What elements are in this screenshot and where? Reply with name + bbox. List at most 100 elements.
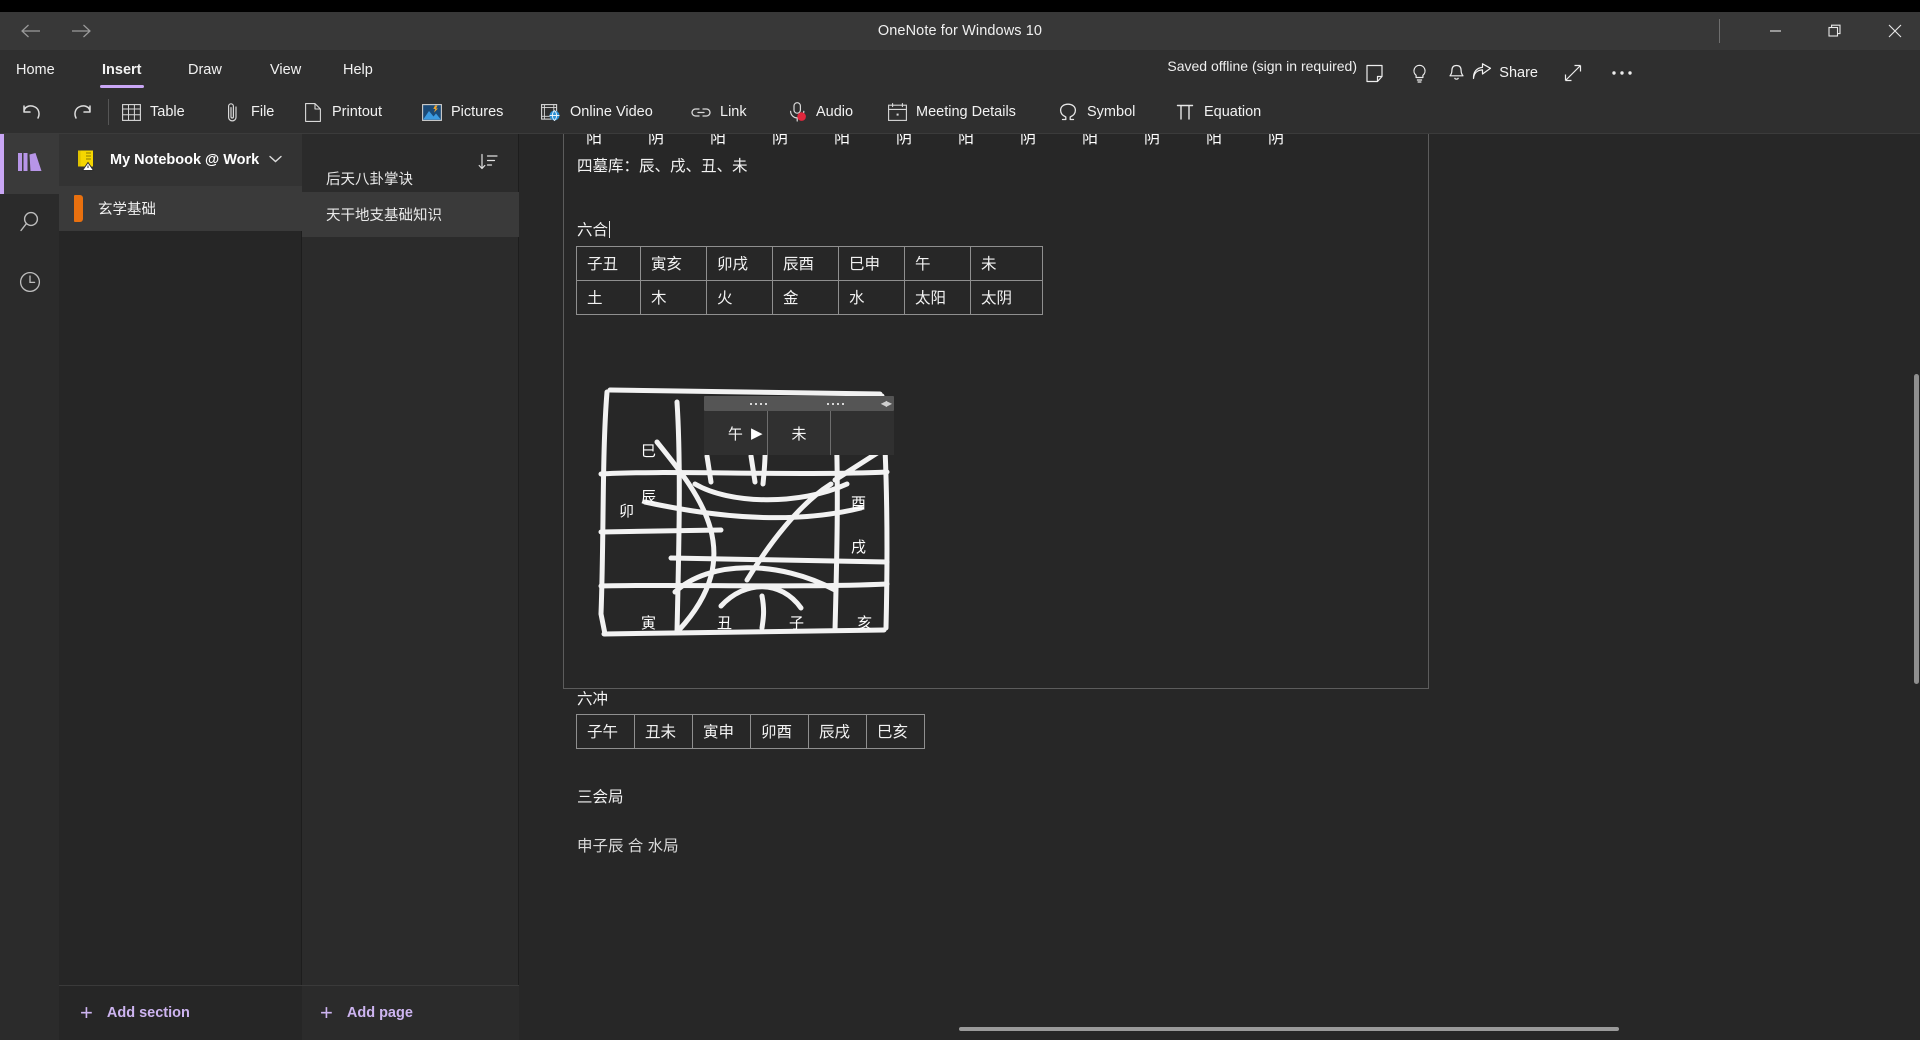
insert-equation-button[interactable]: Equation <box>1174 90 1261 134</box>
label-yin: 寅 <box>641 615 656 632</box>
add-page-button[interactable]: + Add page <box>302 985 519 1040</box>
close-button[interactable] <box>1872 12 1918 50</box>
tab-draw[interactable]: Draw <box>186 50 224 90</box>
insert-pictures-button[interactable]: Pictures <box>421 90 503 134</box>
add-section-button[interactable]: + Add section <box>59 985 302 1040</box>
rail-item-recent[interactable] <box>0 254 59 314</box>
table-cell[interactable]: 阳 <box>950 134 1010 152</box>
column-grip-handle-2[interactable] <box>827 402 844 405</box>
tab-home[interactable]: Home <box>14 50 57 90</box>
note-canvas[interactable]: 阳 阴 阳 阴 阳 阴 阳 阴 阳 阴 阳 阴 四墓库：辰、戌、丑、未 六合 子… <box>519 134 1920 1040</box>
tab-help[interactable]: Help <box>341 50 375 90</box>
tab-insert[interactable]: Insert <box>100 50 144 90</box>
table-cell[interactable]: 阳 <box>826 134 886 152</box>
table-cell[interactable]: 阴 <box>1012 134 1072 152</box>
selected-cell-empty[interactable] <box>831 411 894 455</box>
rail-item-notebooks[interactable] <box>0 134 59 194</box>
table-cell[interactable]: 阳 <box>1198 134 1258 152</box>
column-grip-handle-1[interactable] <box>750 402 767 405</box>
rail-item-search[interactable] <box>0 194 59 254</box>
text-clipped-bottom[interactable]: 申子辰 合 水局 <box>577 834 679 856</box>
table-cell[interactable]: 卯酉 <box>750 714 809 749</box>
liuchong-table[interactable]: 子午 丑未 寅申 卯酉 辰戌 巳亥 <box>576 714 925 749</box>
onenote-window: OneNote for Windows 10 Home Insert Draw … <box>0 0 1920 1040</box>
heading-liuhe[interactable]: 六合 <box>577 218 611 240</box>
table-cell[interactable]: 阴 <box>764 134 824 152</box>
insert-audio-label: Audio <box>816 104 854 120</box>
table-cell[interactable]: 子丑 <box>576 246 641 281</box>
table-cell[interactable]: 阴 <box>1260 134 1320 152</box>
heading-liuchong[interactable]: 六冲 <box>577 687 608 709</box>
notebooks-icon <box>17 151 43 178</box>
table-cell[interactable]: 子午 <box>576 714 635 749</box>
table-cell[interactable]: 巳亥 <box>866 714 925 749</box>
expand-arrows-icon[interactable] <box>1556 56 1590 90</box>
insert-printout-button[interactable]: Printout <box>302 90 382 134</box>
table-cell[interactable]: 午 <box>904 246 971 281</box>
maximize-button[interactable] <box>1812 12 1858 50</box>
insert-link-label: Link <box>720 104 747 120</box>
insert-pictures-label: Pictures <box>451 104 504 120</box>
tab-insert-label: Insert <box>102 62 142 78</box>
table-selection-region[interactable]: 午 未 <box>704 411 894 455</box>
notification-bell-icon[interactable] <box>1439 56 1473 90</box>
table-cell[interactable]: 水 <box>838 280 905 315</box>
redo-button[interactable] <box>62 90 102 134</box>
share-button[interactable]: Share <box>1472 56 1538 90</box>
insert-symbol-button[interactable]: Symbol <box>1057 90 1135 134</box>
table-cell[interactable]: 阴 <box>888 134 948 152</box>
selected-cell-wei[interactable]: 未 <box>768 411 832 455</box>
table-cell[interactable]: 木 <box>640 280 707 315</box>
table-cell[interactable]: 阴 <box>640 134 700 152</box>
page-item-tiangan-dizhi[interactable]: 天干地支基础知识 <box>302 192 519 237</box>
insert-file-button[interactable]: File <box>221 90 274 134</box>
left-rail <box>0 134 59 1040</box>
table-cell[interactable]: 金 <box>772 280 839 315</box>
insert-online-video-button[interactable]: Online Video <box>540 90 653 134</box>
tab-view[interactable]: View <box>268 50 303 90</box>
notebook-picker[interactable]: My Notebook @ Work <box>59 134 302 186</box>
label-zi: 子 <box>789 615 804 632</box>
sidebar-item-section-xuanxue[interactable]: 玄学基础 <box>59 186 302 231</box>
chevron-down-icon[interactable] <box>269 154 282 166</box>
table-cell[interactable]: 阳 <box>1074 134 1134 152</box>
table-cell[interactable]: 阳 <box>578 134 638 152</box>
window-top-strip <box>0 0 1920 12</box>
table-cell[interactable]: 太阴 <box>970 280 1043 315</box>
label-hai: 亥 <box>857 615 872 632</box>
table-cell[interactable]: 太阳 <box>904 280 971 315</box>
vertical-scrollbar[interactable] <box>1914 374 1919 684</box>
table-cell[interactable]: 未 <box>970 246 1043 281</box>
sticky-note-icon[interactable] <box>1357 56 1391 90</box>
link-icon <box>690 101 712 123</box>
table-cell[interactable]: 阳 <box>702 134 762 152</box>
table-column-toolbar[interactable]: ◀▶ <box>704 396 894 411</box>
insert-link-button[interactable]: Link <box>690 90 747 134</box>
table-cell[interactable]: 寅申 <box>692 714 751 749</box>
insert-table-button[interactable]: Table <box>120 90 185 134</box>
table-cell[interactable]: 火 <box>706 280 773 315</box>
toolbar-arrows-icon[interactable]: ◀▶ <box>881 399 892 408</box>
insert-meeting-details-button[interactable]: Meeting Details <box>886 90 1016 134</box>
table-cell[interactable]: 卯戌 <box>706 246 773 281</box>
insert-audio-button[interactable]: Audio <box>786 90 853 134</box>
table-cell[interactable]: 辰酉 <box>772 246 839 281</box>
page-pane <box>302 134 519 1040</box>
table-cell[interactable]: 土 <box>576 280 641 315</box>
heading-liuhe-label: 六合 <box>577 222 609 239</box>
clipped-yinyang-table[interactable]: 阳 阴 阳 阴 阳 阴 阳 阴 阳 阴 阳 阴 <box>576 134 1322 154</box>
table-cell[interactable]: 阴 <box>1136 134 1196 152</box>
liuhe-table[interactable]: 子丑 寅亥 卯戌 辰酉 巳申 午 未 土 木 火 金 水 太阳 太阴 <box>576 246 1043 315</box>
text-simuku[interactable]: 四墓库：辰、戌、丑、未 <box>577 154 748 176</box>
table-row: 子午 丑未 寅申 卯酉 辰戌 巳亥 <box>576 714 925 749</box>
table-cell[interactable]: 寅亥 <box>640 246 707 281</box>
heading-sanhuiju[interactable]: 三会局 <box>577 785 624 807</box>
table-cell[interactable]: 巳申 <box>838 246 905 281</box>
minimize-button[interactable] <box>1752 12 1798 50</box>
table-cell[interactable]: 辰戌 <box>808 714 867 749</box>
lightbulb-icon[interactable] <box>1402 56 1436 90</box>
horizontal-scrollbar[interactable] <box>959 1027 1619 1031</box>
table-cell[interactable]: 丑未 <box>634 714 693 749</box>
more-options-icon[interactable] <box>1605 56 1639 90</box>
undo-button[interactable] <box>12 90 52 134</box>
